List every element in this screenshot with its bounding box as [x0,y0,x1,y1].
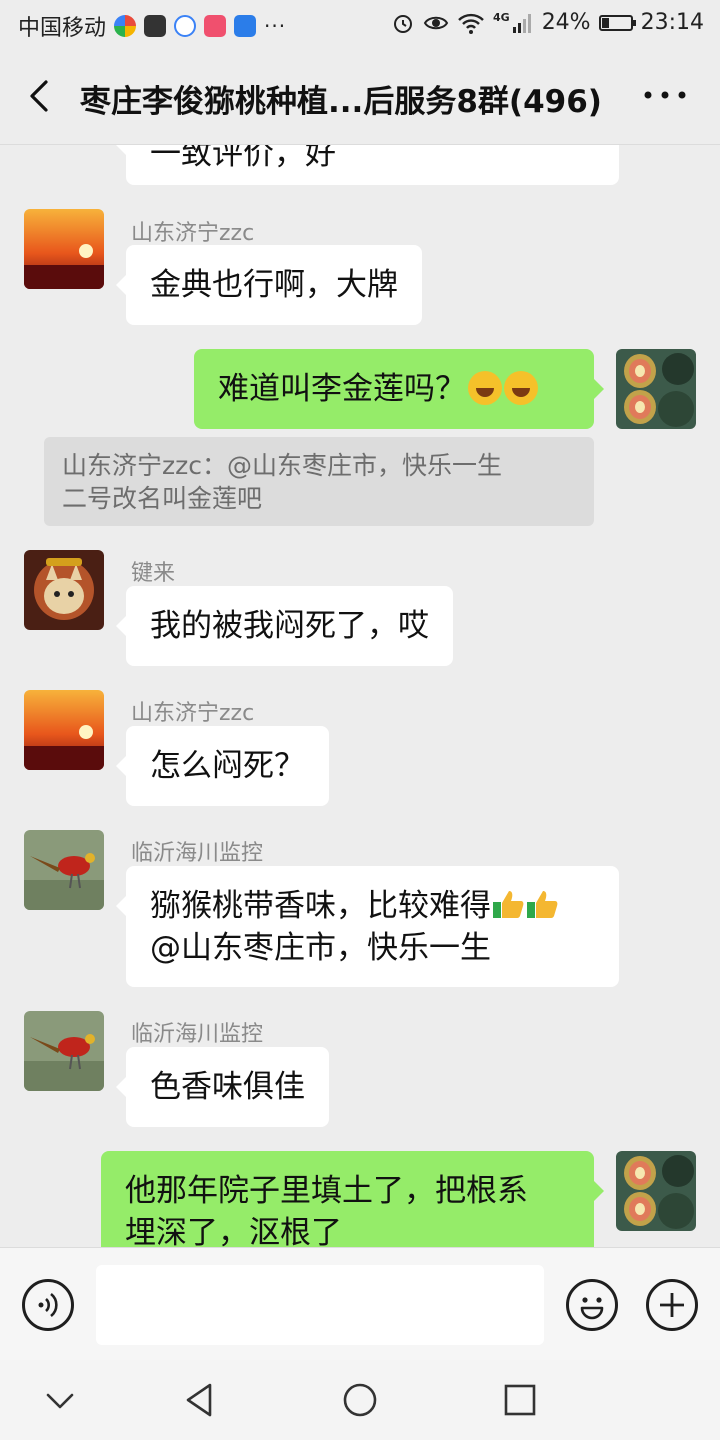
status-bar: 中国移动 ··· 4G 24% 23:14 [0,0,720,50]
message-bubble[interactable]: 猕猴桃带香味，比较难得 @山东枣庄市，快乐一生 [116,866,619,987]
sunset-avatar-image [24,690,104,770]
battery-icon [598,14,636,31]
message-bubble[interactable]: 一致评价，好 [116,145,619,185]
input-bar [0,1247,720,1361]
message-text: 怎么闷死？ [150,748,305,784]
battery-percent: 24% [541,10,591,35]
app-notification-icon [114,15,137,37]
group-chat-title: 枣庄李俊猕桃种植...后服务8群(496) [80,84,602,120]
message-bubble[interactable]: 我的被我闷死了，哎 [116,586,453,666]
eye-icon [423,16,449,29]
nav-recents-icon[interactable] [500,1380,540,1420]
clock: 23:14 [640,10,704,35]
avatar[interactable] [24,550,104,630]
message-list[interactable]: 一致评价，好 山东济宁zzc 金典也行啊，大牌 难道叫李金莲吗？ 山东济宁zzc… [0,145,720,1247]
sender-name: 临沂海川监控 [131,1022,264,1047]
message-text: 一致评价，好 [150,145,336,172]
nav-back-icon[interactable] [180,1380,220,1420]
my-avatar[interactable] [616,349,696,429]
shield-icon [234,15,257,37]
sender-name: 键来 [131,561,176,586]
message-text: 埋深了，沤根了 [125,1215,342,1247]
kiwi-fruit-avatar-image [616,349,696,429]
emoji-icon[interactable] [566,1279,618,1331]
thumbs-up-emoji-icon [527,891,558,918]
wifi-icon [458,13,484,34]
message-bubble-outgoing[interactable]: 难道叫李金莲吗？ [194,349,604,429]
avatar[interactable] [24,1011,104,1091]
message-text: 金典也行啊，大牌 [150,267,398,303]
quote-text: 山东济宁zzc：@山东枣庄市，快乐一生 [62,451,502,480]
quote-text: 二号改名叫金莲吧 [62,484,263,513]
add-icon[interactable] [646,1279,698,1331]
message-bubble[interactable]: 金典也行啊，大牌 [116,245,422,325]
cat-avatar-image [24,550,104,630]
laughing-emoji-icon [504,371,538,405]
message-input[interactable] [96,1265,544,1345]
laughing-emoji-icon [468,371,502,405]
sunset-avatar-image [24,209,104,289]
activity-notification-icon [144,15,167,37]
more-notifications-dots: ··· [264,14,287,38]
sender-name: 临沂海川监控 [131,841,264,866]
app-badge-icon [204,15,227,37]
sender-name: 山东济宁zzc [131,221,255,246]
message-bubble[interactable]: 怎么闷死？ [116,726,329,806]
message-bubble[interactable]: 色香味俱佳 [116,1047,329,1127]
signal-icon [512,13,531,33]
avatar[interactable] [24,690,104,770]
pheasant-avatar-image [24,830,104,910]
message-text: @山东枣庄市，快乐一生 [150,930,491,966]
sender-name: 山东济宁zzc [131,701,255,726]
message-text: 色香味俱佳 [150,1069,305,1105]
back-arrow-icon[interactable] [20,76,60,116]
avatar[interactable] [24,209,104,289]
carrier-label: 中国移动 [18,16,107,41]
message-text: 我的被我闷死了，哎 [150,608,429,644]
alarm-icon [394,14,412,33]
kiwi-fruit-avatar-image [616,1151,696,1231]
my-avatar[interactable] [616,1151,696,1231]
system-nav-bar [0,1360,720,1440]
message-text: 难道叫李金莲吗？ [218,371,466,407]
more-icon[interactable] [640,80,690,110]
message-text: 他那年院子里填土了，把根系 [125,1173,528,1209]
nav-home-icon[interactable] [340,1380,380,1420]
quoted-reply[interactable]: 山东济宁zzc：@山东枣庄市，快乐一生 二号改名叫金莲吧 [44,437,594,526]
thumbs-up-emoji-icon [493,891,524,918]
voice-icon[interactable] [22,1279,74,1331]
network-type-label: 4G [493,11,510,24]
message-text: 猕猴桃带香味，比较难得 [150,888,491,924]
chat-notification-icon [174,15,197,37]
message-bubble-outgoing[interactable]: 他那年院子里填土了，把根系 埋深了，沤根了 [101,1151,604,1247]
nav-collapse-icon[interactable] [40,1380,80,1420]
chat-header: 枣庄李俊猕桃种植...后服务8群(496) [0,50,720,145]
avatar[interactable] [24,830,104,910]
pheasant-avatar-image [24,1011,104,1091]
